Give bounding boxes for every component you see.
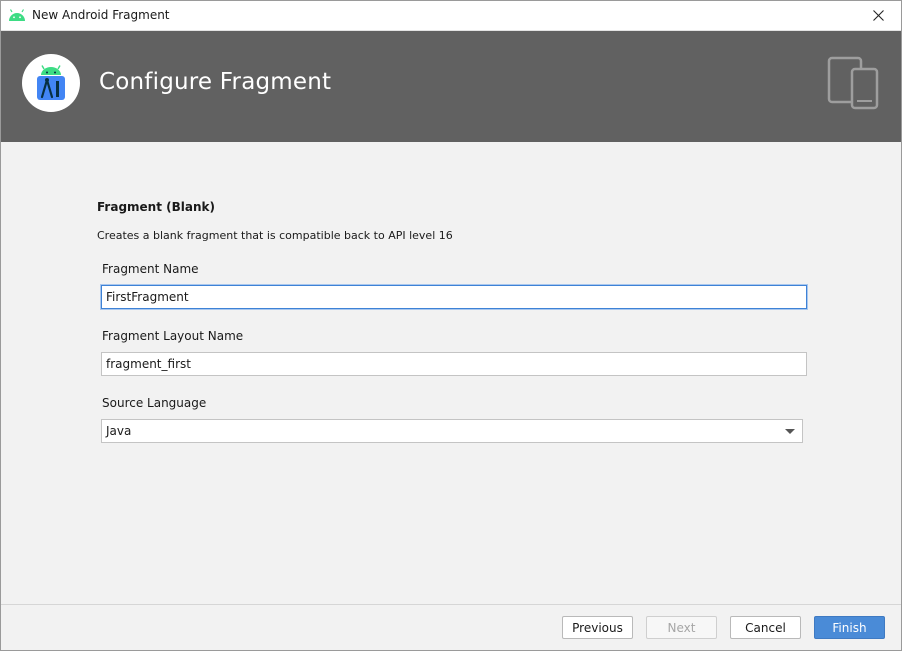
source-language-value: Java <box>106 424 132 438</box>
tablet-phone-icon <box>827 56 879 110</box>
close-icon <box>872 10 884 21</box>
previous-button[interactable]: Previous <box>562 616 633 639</box>
title-bar: New Android Fragment <box>1 1 901 31</box>
template-title: Fragment (Blank) <box>97 200 215 214</box>
new-android-fragment-dialog: New Android Fragment Configure Fragment … <box>0 0 902 651</box>
android-icon <box>9 9 25 21</box>
android-studio-logo-icon <box>37 65 65 100</box>
source-language-label: Source Language <box>102 396 207 410</box>
android-studio-logo <box>22 54 80 112</box>
page-title: Configure Fragment <box>99 69 332 95</box>
template-description: Creates a blank fragment that is compati… <box>97 229 453 242</box>
next-button[interactable]: Next <box>646 616 717 639</box>
wizard-footer: Previous Next Cancel Finish <box>1 604 901 650</box>
layout-name-label: Fragment Layout Name <box>102 329 244 343</box>
layout-name-input[interactable] <box>101 352 807 376</box>
window-title: New Android Fragment <box>32 8 170 22</box>
close-button[interactable] <box>855 1 901 30</box>
fragment-name-label: Fragment Name <box>102 262 199 276</box>
fragment-name-input[interactable] <box>101 285 807 309</box>
finish-button[interactable]: Finish <box>814 616 885 639</box>
chevron-down-icon <box>785 429 795 434</box>
source-language-dropdown[interactable]: Java <box>101 419 803 443</box>
wizard-content: Fragment (Blank) Creates a blank fragmen… <box>1 142 901 604</box>
wizard-header: Configure Fragment <box>1 31 901 142</box>
cancel-button[interactable]: Cancel <box>730 616 801 639</box>
